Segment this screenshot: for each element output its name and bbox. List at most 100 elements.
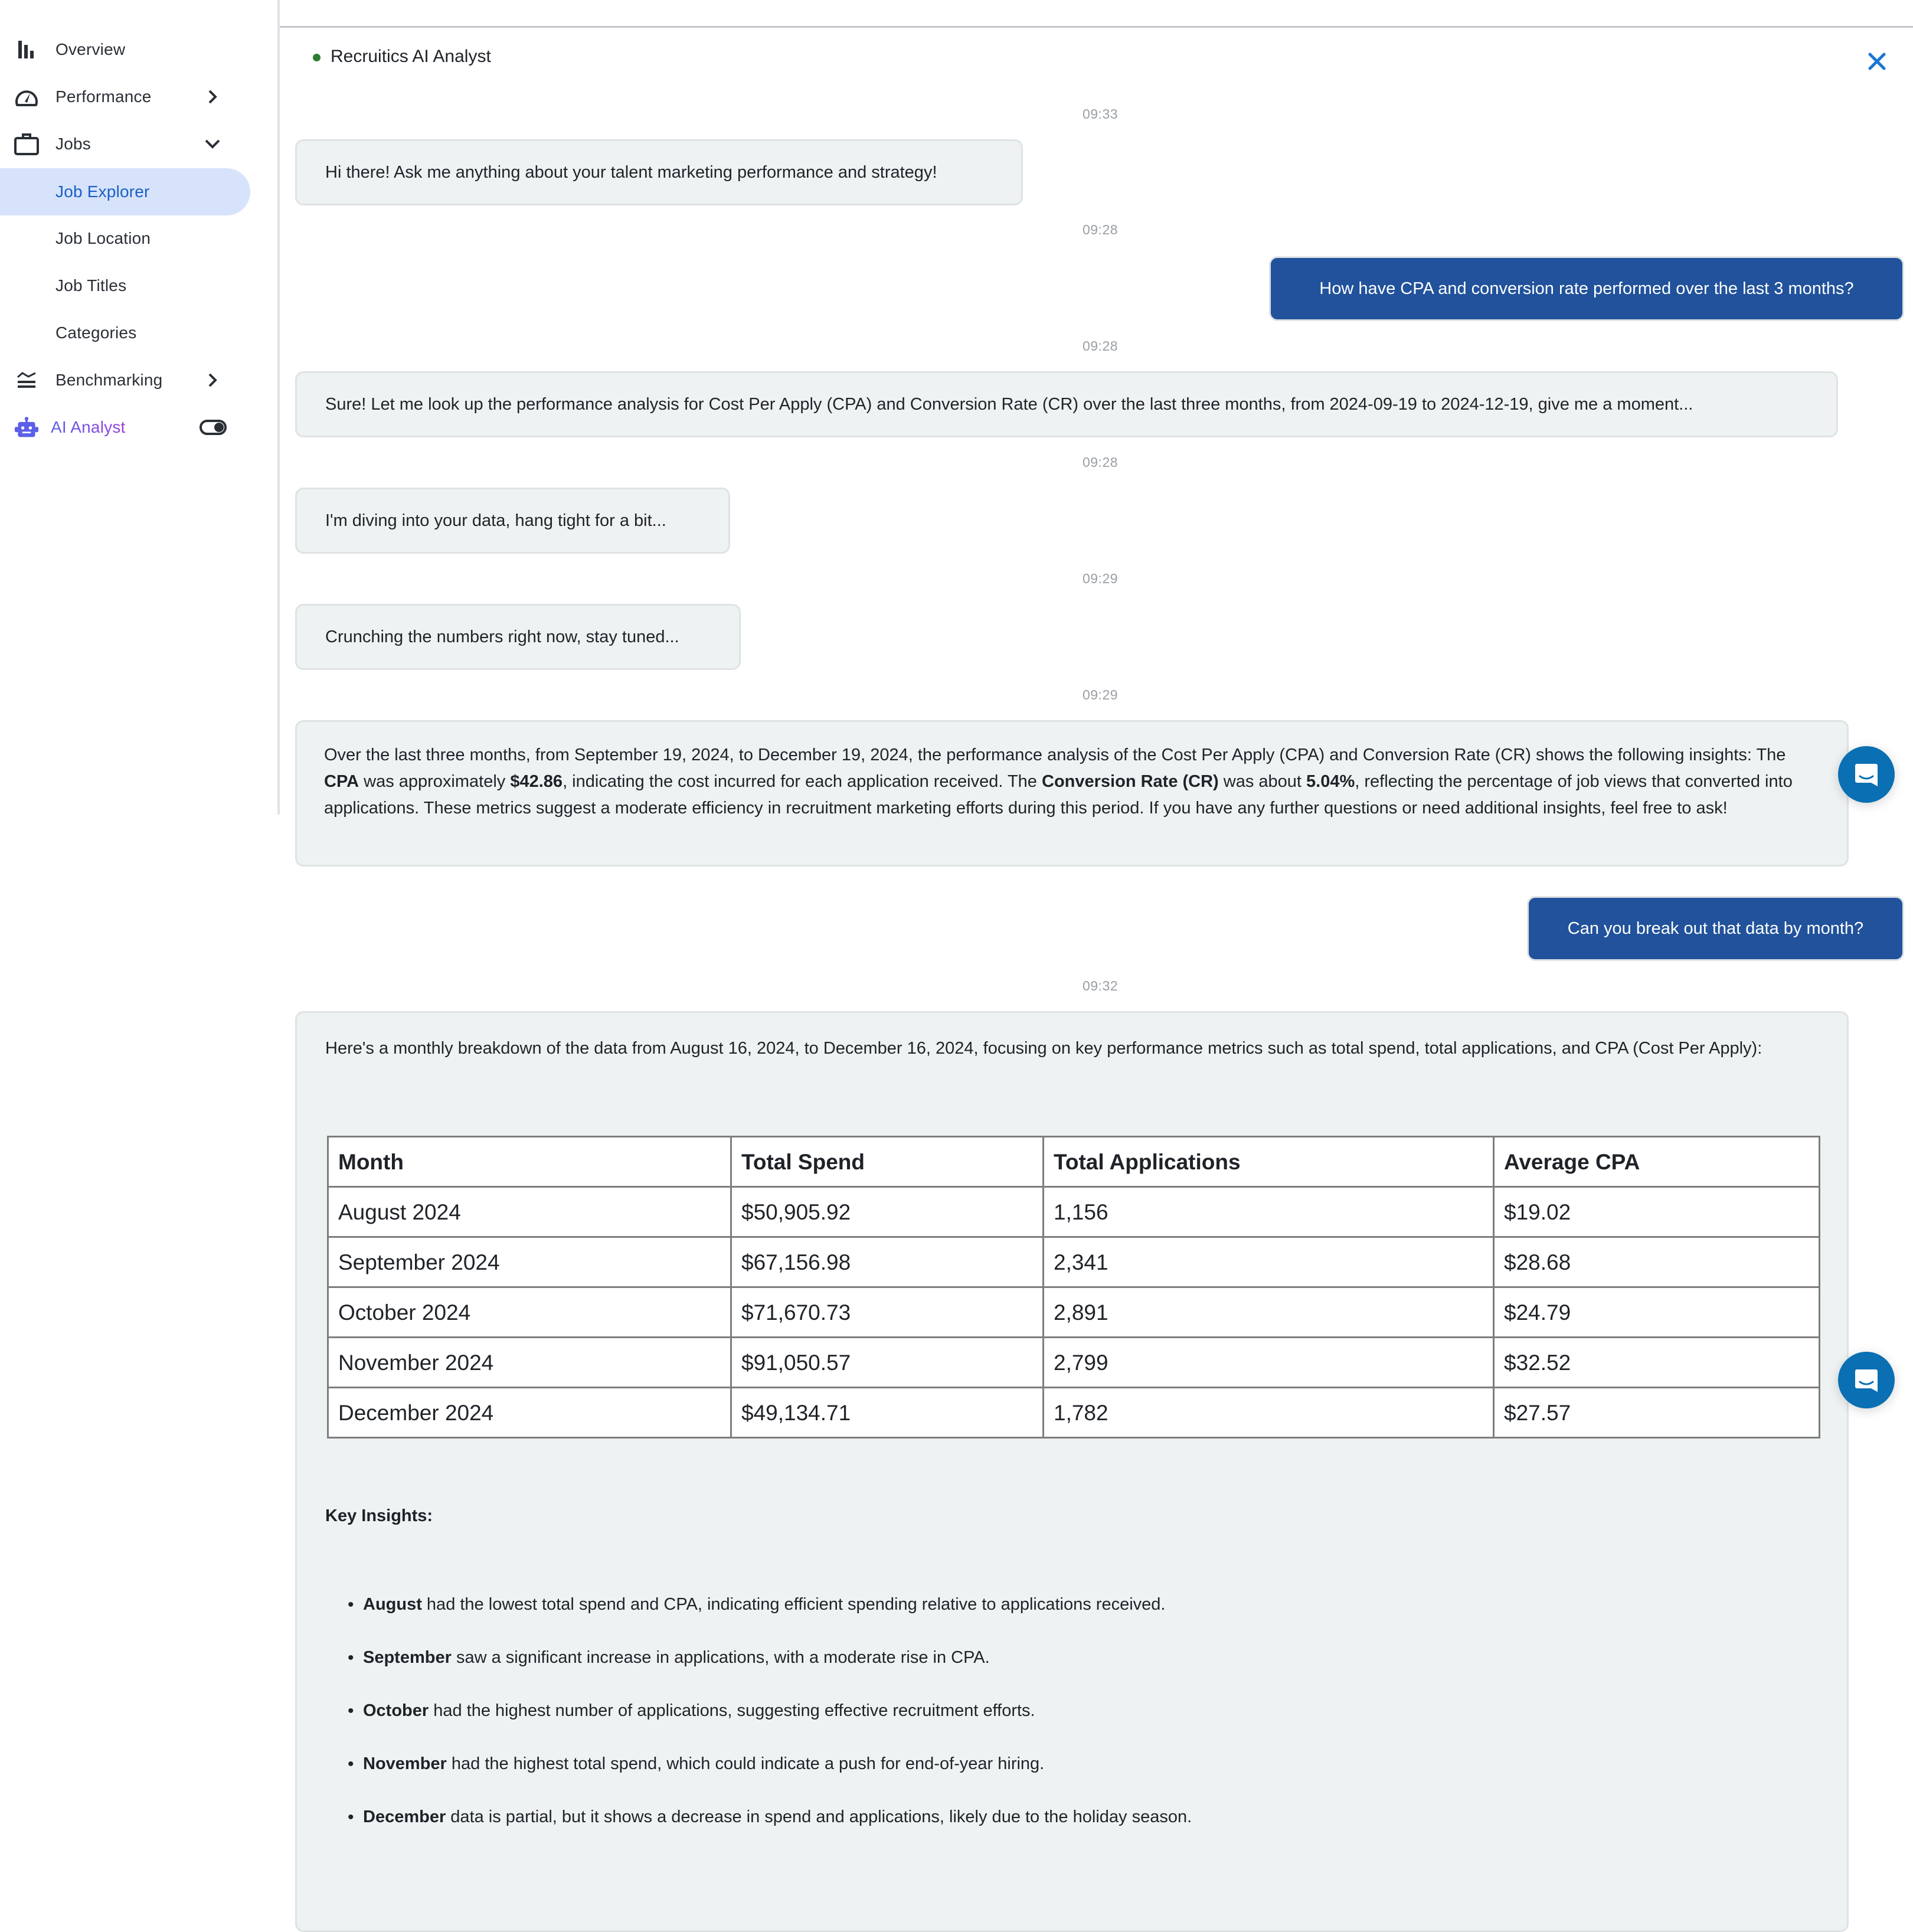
column-header: Average CPA [1493,1136,1820,1188]
sidebar-item-label: Jobs [55,135,91,153]
bot-message-analysis: Over the last three months, from Septemb… [295,720,1849,867]
close-button[interactable] [1865,50,1889,73]
bot-message: Sure! Let me look up the performance ana… [295,371,1838,437]
online-status-dot [313,54,321,61]
table-cell: $50,905.92 [730,1186,1044,1238]
message-timestamp: 09:28 [1082,338,1119,354]
benchmark-icon [14,368,39,393]
table-header-row: Month Total Spend Total Applications Ave… [327,1136,1820,1188]
monthly-breakdown-table: Month Total Spend Total Applications Ave… [327,1136,1820,1439]
sidebar-item-label: Job Titles [55,276,127,295]
insights-list: August had the lowest total spend and CP… [325,1591,1192,1857]
chat-title: Recruitics AI Analyst [331,47,491,66]
highlighted-metric: CPA [324,772,359,791]
insight-month: September [363,1648,452,1667]
sidebar-item-label: Categories [55,323,137,342]
sidebar-item-ai-analyst[interactable]: AI Analyst [0,404,254,451]
sidebar-item-jobs[interactable]: Jobs [0,120,254,168]
messenger-launcher-button[interactable] [1838,746,1895,803]
table-cell: $67,156.98 [730,1236,1044,1288]
insight-text: had the highest total spend, which could… [446,1754,1045,1773]
column-header: Total Applications [1042,1136,1495,1188]
user-message: How have CPA and conversion rate perform… [1269,256,1904,321]
table-cell: October 2024 [327,1286,732,1338]
insight-item: October had the highest number of applic… [325,1698,1192,1751]
table-cell: November 2024 [327,1336,732,1388]
message-text: Over the last three months, from Septemb… [324,746,1786,764]
bar-chart-icon [14,37,39,62]
sidebar-item-job-location[interactable]: Job Location [0,215,254,262]
insight-text: saw a significant increase in applicatio… [451,1648,990,1667]
message-text: Sure! Let me look up the performance ana… [325,394,1693,414]
sidebar-item-label: AI Analyst [51,418,126,436]
highlighted-metric: Conversion Rate (CR) [1042,772,1219,791]
table-cell: 1,782 [1042,1387,1495,1439]
table-cell: 2,341 [1042,1236,1495,1288]
table-row: December 2024 $49,134.71 1,782 $27.57 [327,1387,1820,1439]
message-intro: Here's a monthly breakdown of the data f… [325,1039,1762,1058]
message-timestamp: 09:29 [1082,571,1119,586]
sidebar-item-benchmarking[interactable]: Benchmarking [0,357,254,404]
chevron-right-icon[interactable] [203,371,222,390]
message-timestamp: 09:28 [1082,222,1119,237]
sidebar-item-label: Overview [55,40,126,58]
sidebar-item-label: Benchmarking [55,371,163,389]
insight-text: had the lowest total spend and CPA, indi… [421,1595,1166,1614]
sidebar-item-categories[interactable]: Categories [0,309,254,357]
insight-month: October [363,1701,429,1720]
table-cell: $28.68 [1493,1236,1820,1288]
insight-item: September saw a significant increase in … [325,1645,1192,1698]
table-cell: $27.57 [1493,1387,1820,1439]
column-header: Total Spend [730,1136,1044,1188]
table-cell: 2,891 [1042,1286,1495,1338]
sidebar-item-job-titles[interactable]: Job Titles [0,262,254,309]
table-cell: $32.52 [1493,1336,1820,1388]
bot-message: I'm diving into your data, hang tight fo… [295,488,730,554]
chat-smile-icon [1855,764,1878,786]
chevron-down-icon[interactable] [203,135,222,153]
bot-message: Hi there! Ask me anything about your tal… [295,139,1023,205]
table-cell: $49,134.71 [730,1387,1044,1439]
table-cell: 2,799 [1042,1336,1495,1388]
insight-item: December data is partial, but it shows a… [325,1804,1192,1857]
ai-analyst-toggle[interactable] [200,420,227,435]
insight-month: December [363,1807,446,1826]
table-row: August 2024 $50,905.92 1,156 $19.02 [327,1186,1820,1238]
chat-smile-icon [1855,1369,1878,1392]
message-timestamp: 09:28 [1082,455,1119,470]
sidebar-item-performance[interactable]: Performance [0,73,254,120]
chevron-right-icon[interactable] [203,87,222,106]
robot-icon [14,415,39,440]
table-cell: $71,670.73 [730,1286,1044,1338]
insights-heading: Key Insights: [325,1506,433,1525]
sidebar-item-label: Job Location [55,229,151,247]
message-text: Can you break out that data by month? [1567,918,1864,938]
chat-header: Recruitics AI Analyst [280,28,1913,87]
insight-text: data is partial, but it shows a decrease… [446,1807,1192,1826]
sidebar-item-label: Job Explorer [55,182,150,201]
sidebar: Overview Performance Jobs Job Explorer J… [0,0,280,815]
speedometer-icon [14,84,39,109]
sidebar-item-job-explorer[interactable]: Job Explorer [0,168,250,215]
message-timestamp: 09:33 [1082,106,1119,122]
bot-message-breakdown: Here's a monthly breakdown of the data f… [295,1011,1849,1932]
message-timestamp: 09:29 [1082,687,1119,702]
table-cell: August 2024 [327,1186,732,1238]
message-text: How have CPA and conversion rate perform… [1319,279,1854,298]
close-icon [1868,53,1886,70]
table-row: October 2024 $71,670.73 2,891 $24.79 [327,1286,1820,1338]
highlighted-metric: 5.04% [1306,772,1355,791]
table-cell: $24.79 [1493,1286,1820,1338]
highlighted-metric: $42.86 [510,772,563,791]
insight-text: had the highest number of applications, … [429,1701,1035,1720]
messenger-launcher-button[interactable] [1838,1352,1895,1408]
message-text: I'm diving into your data, hang tight fo… [325,511,666,530]
sidebar-item-label: Performance [55,87,152,106]
message-text: Crunching the numbers right now, stay tu… [325,627,679,646]
table-cell: $91,050.57 [730,1336,1044,1388]
table-row: November 2024 $91,050.57 2,799 $32.52 [327,1336,1820,1388]
sidebar-item-overview[interactable]: Overview [0,26,254,73]
insight-month: November [363,1754,447,1773]
message-text: , indicating the cost incurred for each … [563,772,1042,791]
insight-month: August [363,1595,422,1614]
